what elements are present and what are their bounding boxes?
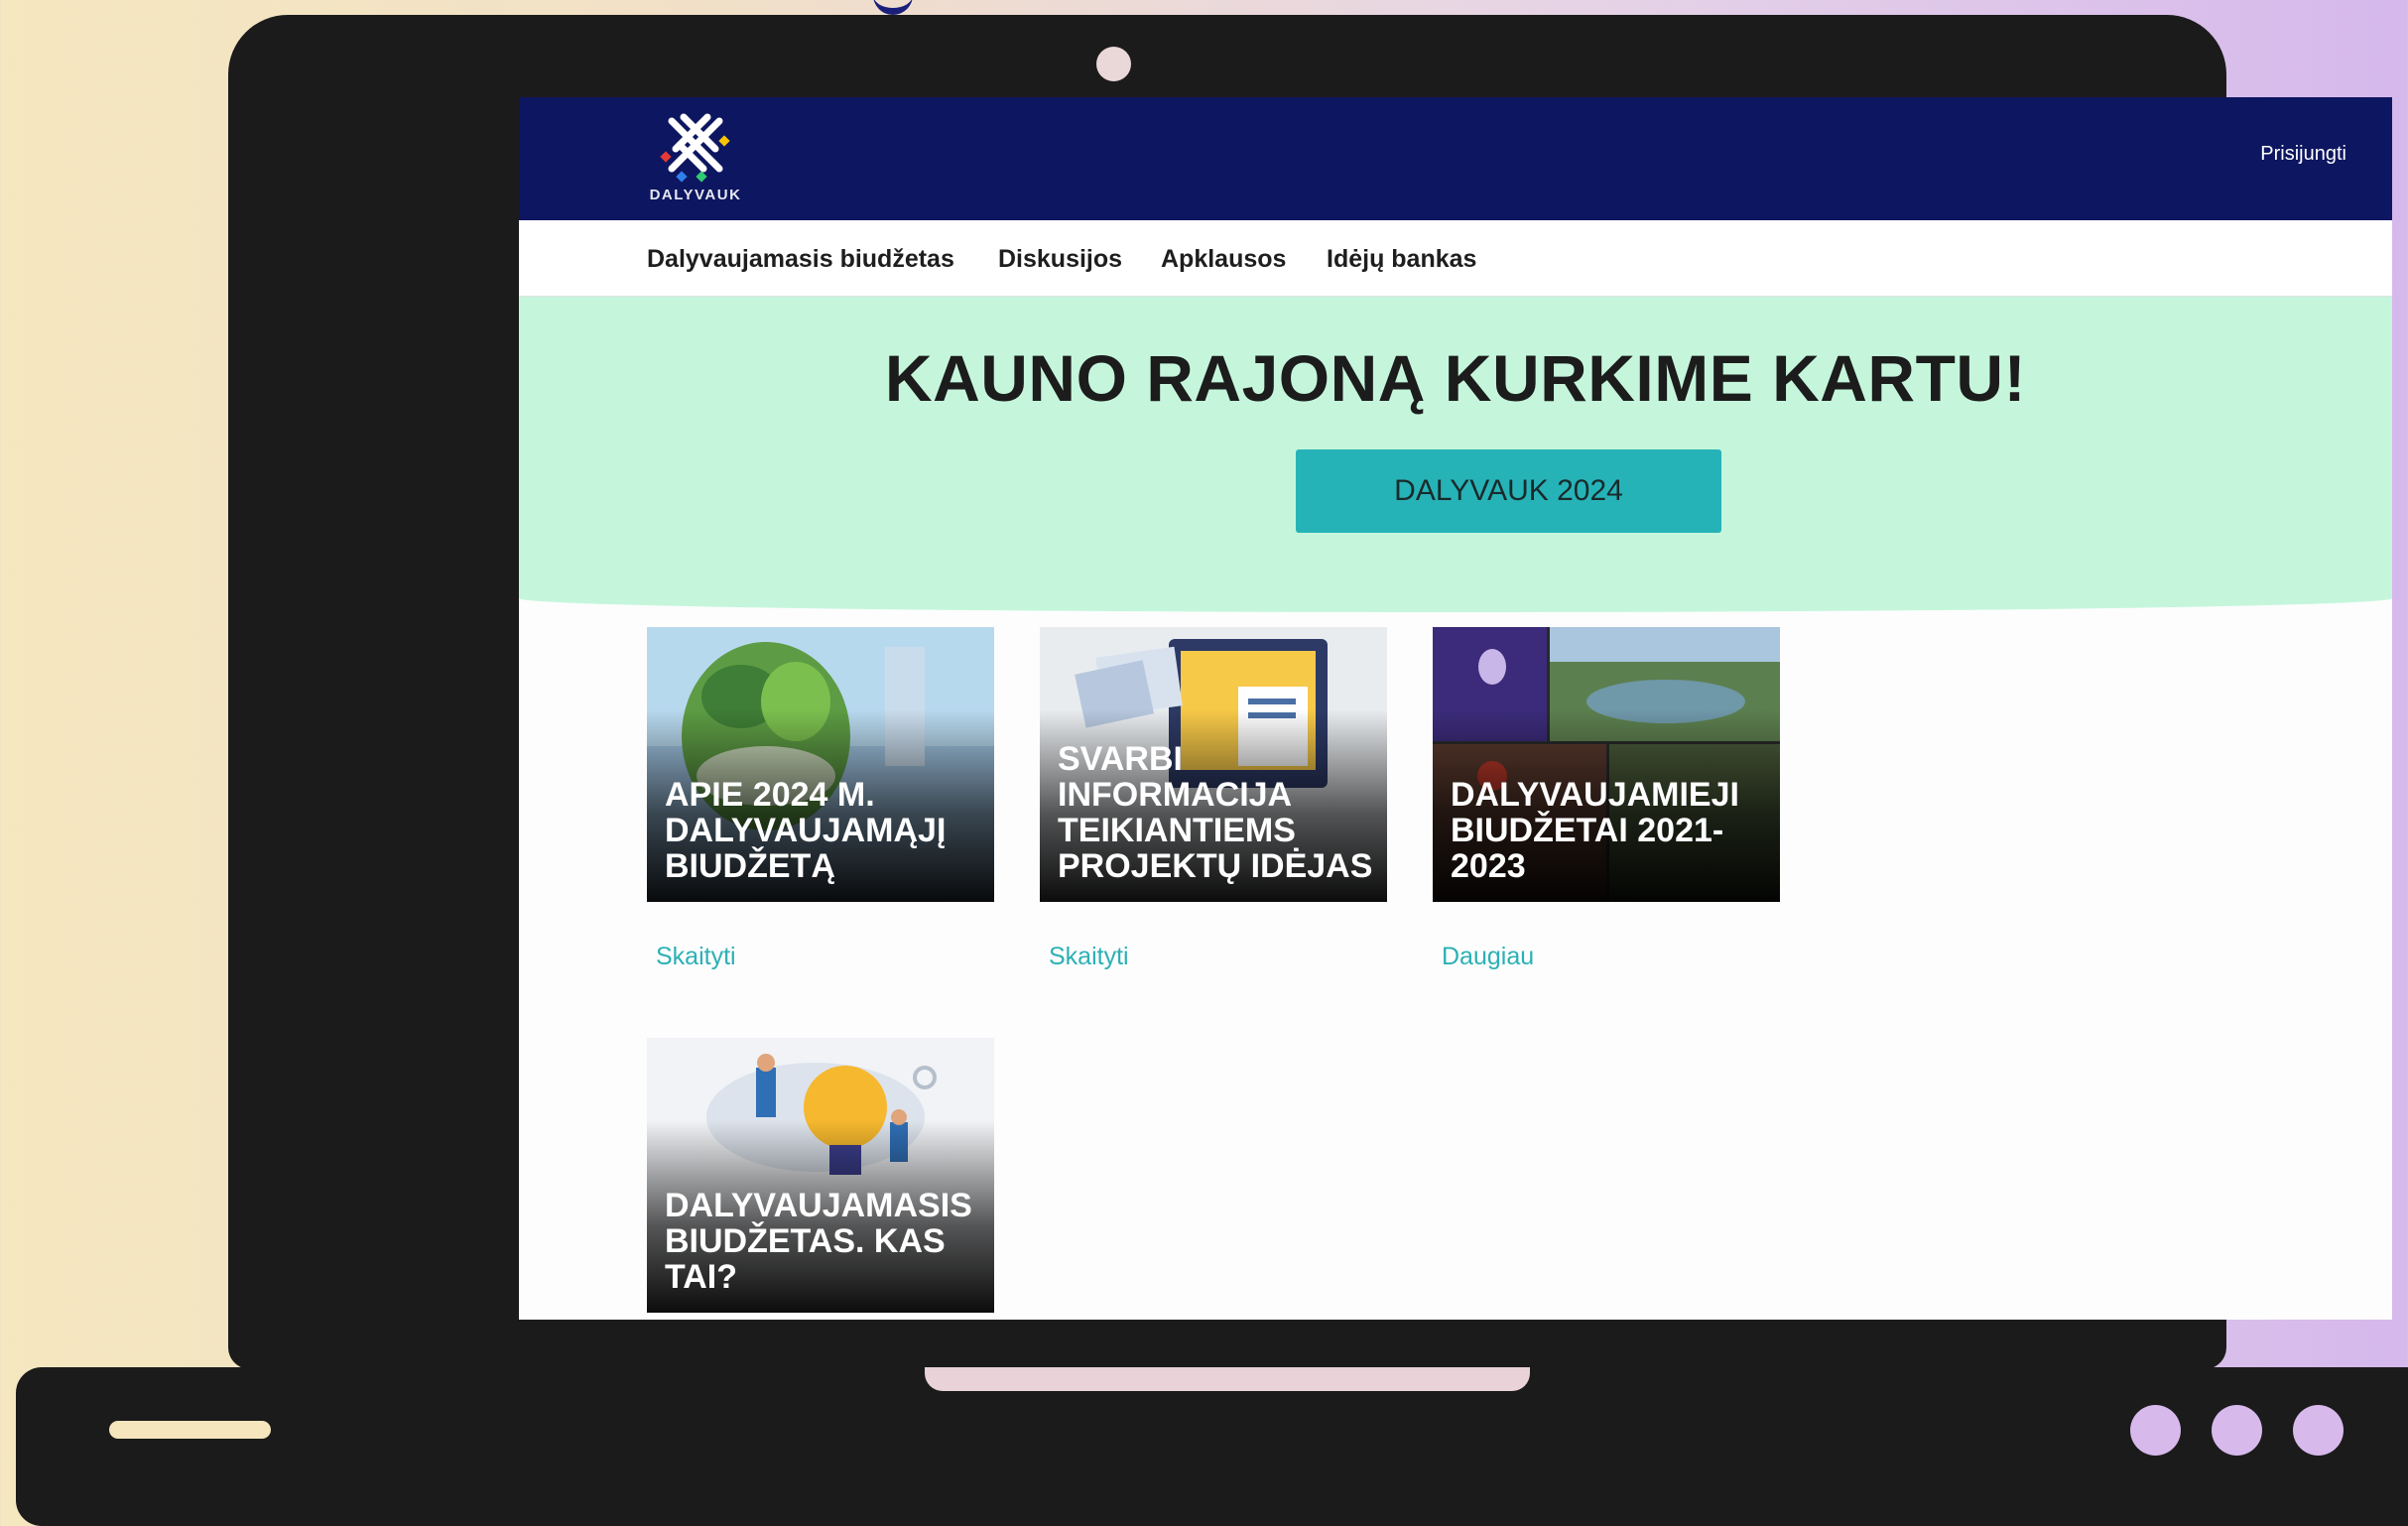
laptop-frame: DALYVAUK Prisijungti Dalyvaujamasis biud… (228, 15, 2392, 1369)
nav-item-idea-bank[interactable]: Idėjų bankas (1327, 245, 1476, 274)
nav-item-participatory-budget[interactable]: Dalyvaujamasis biudžetas (647, 245, 954, 274)
main-nav: Dalyvaujamasis biudžetas Diskusijos Apkl… (519, 220, 2392, 297)
card-budgets-2021-2023[interactable]: DALYVAUJAMIEJI BIUDŽETAI 2021-2023 Daugi… (1433, 627, 1780, 970)
card-title: APIE 2024 M. DALYVAUJAMĄJĮ BIUDŽETĄ (665, 776, 947, 885)
site-logo[interactable]: DALYVAUK (648, 111, 743, 210)
card-image[interactable]: DALYVAUJAMIEJI BIUDŽETAI 2021-2023 (1433, 627, 1780, 902)
card-title: DALYVAUJAMASIS BIUDŽETAS. KAS TAI? (665, 1187, 972, 1296)
card-image[interactable]: APIE 2024 M. DALYVAUJAMĄJĮ BIUDŽETĄ (647, 627, 994, 902)
webcam-dot (1096, 47, 1131, 81)
laptop-base (16, 1367, 2408, 1526)
card-what-is-it[interactable]: DALYVAUJAMASIS BIUDŽETAS. KAS TAI? (647, 1038, 994, 1313)
site-header: DALYVAUK Prisijungti (519, 97, 2392, 220)
nav-item-discussions[interactable]: Diskusijos (998, 245, 1122, 274)
decorative-glyph (873, 0, 913, 15)
decorative-dot (2293, 1405, 2344, 1456)
nav-item-surveys[interactable]: Apklausos (1161, 245, 1286, 274)
card-important-info[interactable]: SVARBI INFORMACIJA TEIKIANTIEMS PROJEKTŲ… (1040, 627, 1387, 970)
read-more-link[interactable]: Skaityti (1049, 943, 1129, 971)
logo-icon (660, 113, 730, 183)
login-link[interactable]: Prisijungti (2260, 143, 2346, 166)
more-link[interactable]: Daugiau (1442, 943, 1534, 971)
card-title: DALYVAUJAMIEJI BIUDŽETAI 2021-2023 (1451, 776, 1739, 885)
dalyvauk-2024-button[interactable]: DALYVAUK 2024 (1296, 449, 1721, 533)
hero-banner: KAUNO RAJONĄ KURKIME KARTU! DALYVAUK 202… (519, 297, 2392, 612)
laptop-base-slot (109, 1421, 271, 1439)
decorative-dot (2130, 1405, 2181, 1456)
read-more-link[interactable]: Skaityti (656, 943, 736, 971)
card-about-2024[interactable]: APIE 2024 M. DALYVAUJAMĄJĮ BIUDŽETĄ Skai… (647, 627, 994, 970)
card-image[interactable]: SVARBI INFORMACIJA TEIKIANTIEMS PROJEKTŲ… (1040, 627, 1387, 902)
card-image[interactable]: DALYVAUJAMASIS BIUDŽETAS. KAS TAI? (647, 1038, 994, 1313)
card-title: SVARBI INFORMACIJA TEIKIANTIEMS PROJEKTŲ… (1058, 740, 1373, 885)
decorative-dot (2212, 1405, 2262, 1456)
laptop-screen: DALYVAUK Prisijungti Dalyvaujamasis biud… (519, 97, 2392, 1320)
laptop-hinge-notch (925, 1367, 1530, 1391)
hero-title: KAUNO RAJONĄ KURKIME KARTU! (884, 341, 2027, 415)
logo-text: DALYVAUK (649, 187, 742, 203)
